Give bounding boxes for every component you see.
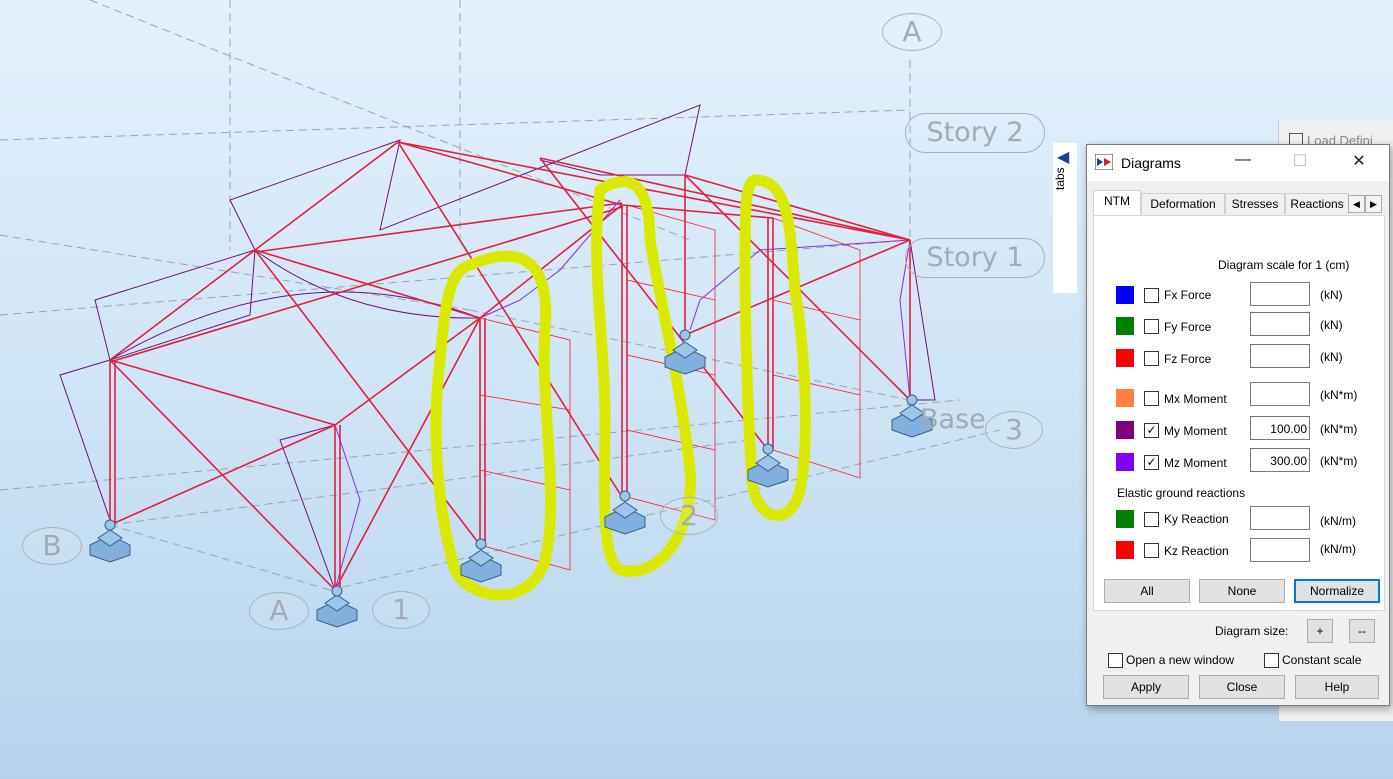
fx-force-checkbox[interactable]	[1144, 288, 1159, 303]
all-button[interactable]: All	[1104, 579, 1190, 603]
fy-color-swatch	[1116, 317, 1134, 335]
ky-color-swatch	[1116, 510, 1134, 528]
kz-reaction-checkbox[interactable]	[1144, 543, 1159, 558]
fx-force-label: Fx Force	[1164, 288, 1212, 302]
fz-unit: (kN)	[1320, 350, 1343, 364]
tabs-label[interactable]: tabs	[1053, 167, 1077, 207]
diagrams-dialog[interactable]: Diagrams — ☐ ✕ NTM Deformation Stresses …	[1086, 144, 1390, 706]
my-moment-checkbox[interactable]: ✓	[1144, 423, 1159, 438]
fz-force-label: Fz Force	[1164, 352, 1212, 366]
none-button[interactable]: None	[1199, 579, 1285, 603]
grid-bubble-2: 2	[660, 497, 718, 535]
open-new-window-checkbox[interactable]	[1108, 653, 1123, 668]
diagram-size-label: Diagram size:	[1215, 624, 1289, 638]
mx-moment-label: Mx Moment	[1164, 392, 1227, 406]
grid-lines	[0, 0, 1001, 591]
kz-unit: (kN/m)	[1320, 542, 1356, 556]
support-footing	[460, 538, 502, 583]
minimize-icon[interactable]: —	[1231, 151, 1255, 173]
close-button[interactable]: Close	[1199, 675, 1285, 699]
mz-moment-label: Mz Moment	[1164, 456, 1227, 470]
kz-scale-input[interactable]	[1250, 538, 1310, 562]
support-footing	[316, 585, 358, 628]
mz-unit: (kN*m)	[1320, 454, 1358, 468]
kz-color-swatch	[1116, 541, 1134, 559]
apply-button[interactable]: Apply	[1103, 675, 1189, 699]
constant-scale-label: Constant scale	[1282, 653, 1362, 667]
mx-unit: (kN*m)	[1320, 388, 1358, 402]
dialog-title: Diagrams	[1121, 155, 1181, 171]
tabs-side-panel[interactable]: ◀ tabs	[1053, 143, 1077, 293]
kz-reaction-label: Kz Reaction	[1164, 544, 1229, 558]
fx-color-swatch	[1116, 286, 1134, 304]
elastic-ground-label: Elastic ground reactions	[1117, 486, 1246, 500]
mx-color-swatch	[1116, 389, 1134, 407]
fy-scale-input[interactable]	[1250, 312, 1310, 336]
tab-scroll-left-icon[interactable]: ◀	[1348, 195, 1365, 213]
fz-color-swatch	[1116, 349, 1134, 367]
grid-bubble-b: B	[22, 527, 82, 565]
dialog-titlebar[interactable]: Diagrams — ☐ ✕	[1087, 145, 1389, 181]
diagram-size-minus-button[interactable]: --	[1349, 619, 1375, 643]
support-footing	[89, 519, 131, 563]
fy-force-label: Fy Force	[1164, 320, 1212, 334]
fx-unit: (kN)	[1320, 288, 1343, 302]
my-scale-input[interactable]: 100.00	[1250, 416, 1310, 440]
fz-force-checkbox[interactable]	[1144, 351, 1159, 366]
diagram-size-plus-button[interactable]: +	[1307, 619, 1333, 643]
story-label-base: Base	[920, 404, 986, 435]
fy-unit: (kN)	[1320, 318, 1343, 332]
my-unit: (kN*m)	[1320, 422, 1358, 436]
maximize-icon[interactable]: ☐	[1288, 151, 1312, 173]
tab-ntm[interactable]: NTM	[1093, 190, 1141, 215]
grid-bubble-a-bottom: A	[249, 592, 309, 630]
fy-force-checkbox[interactable]	[1144, 319, 1159, 334]
tab-stresses[interactable]: Stresses	[1225, 193, 1285, 214]
mz-moment-checkbox[interactable]: ✓	[1144, 455, 1159, 470]
dialog-tabbar: NTM Deformation Stresses Reactions ◀ ▶	[1093, 190, 1385, 215]
fx-scale-input[interactable]	[1250, 282, 1310, 306]
ntm-tab-page: Diagram scale for 1 (cm) Fx Force (kN) F…	[1093, 215, 1385, 611]
story-label-story2: Story 2	[905, 113, 1045, 153]
my-color-swatch	[1116, 421, 1134, 439]
help-button[interactable]: Help	[1295, 675, 1379, 699]
mz-color-swatch	[1116, 453, 1134, 471]
support-footing	[604, 490, 646, 535]
tab-deformation[interactable]: Deformation	[1141, 193, 1225, 214]
constant-scale-checkbox[interactable]	[1264, 653, 1279, 668]
ky-unit: (kN/m)	[1320, 514, 1356, 528]
tab-scroll-right-icon[interactable]: ▶	[1365, 195, 1382, 213]
arrow-left-icon[interactable]: ◀	[1057, 147, 1069, 167]
ky-reaction-label: Ky Reaction	[1164, 512, 1229, 526]
diagram-scale-label: Diagram scale for 1 (cm)	[1218, 258, 1350, 272]
grid-bubble-1: 1	[372, 591, 430, 629]
close-icon[interactable]: ✕	[1347, 151, 1371, 173]
open-new-window-label: Open a new window	[1126, 653, 1235, 667]
my-moment-label: My Moment	[1164, 424, 1227, 438]
tab-reactions[interactable]: Reactions	[1285, 193, 1349, 214]
diagrams-app-icon	[1095, 154, 1113, 170]
ky-reaction-checkbox[interactable]	[1144, 512, 1159, 527]
ky-scale-input[interactable]	[1250, 506, 1310, 530]
mz-scale-input[interactable]: 300.00	[1250, 448, 1310, 472]
fz-scale-input[interactable]	[1250, 344, 1310, 368]
story-label-story1: Story 1	[905, 238, 1045, 278]
normalize-button[interactable]: Normalize	[1294, 579, 1380, 603]
mx-moment-checkbox[interactable]	[1144, 391, 1159, 406]
grid-bubble-a-top: A	[882, 13, 942, 51]
mx-scale-input[interactable]	[1250, 382, 1310, 406]
